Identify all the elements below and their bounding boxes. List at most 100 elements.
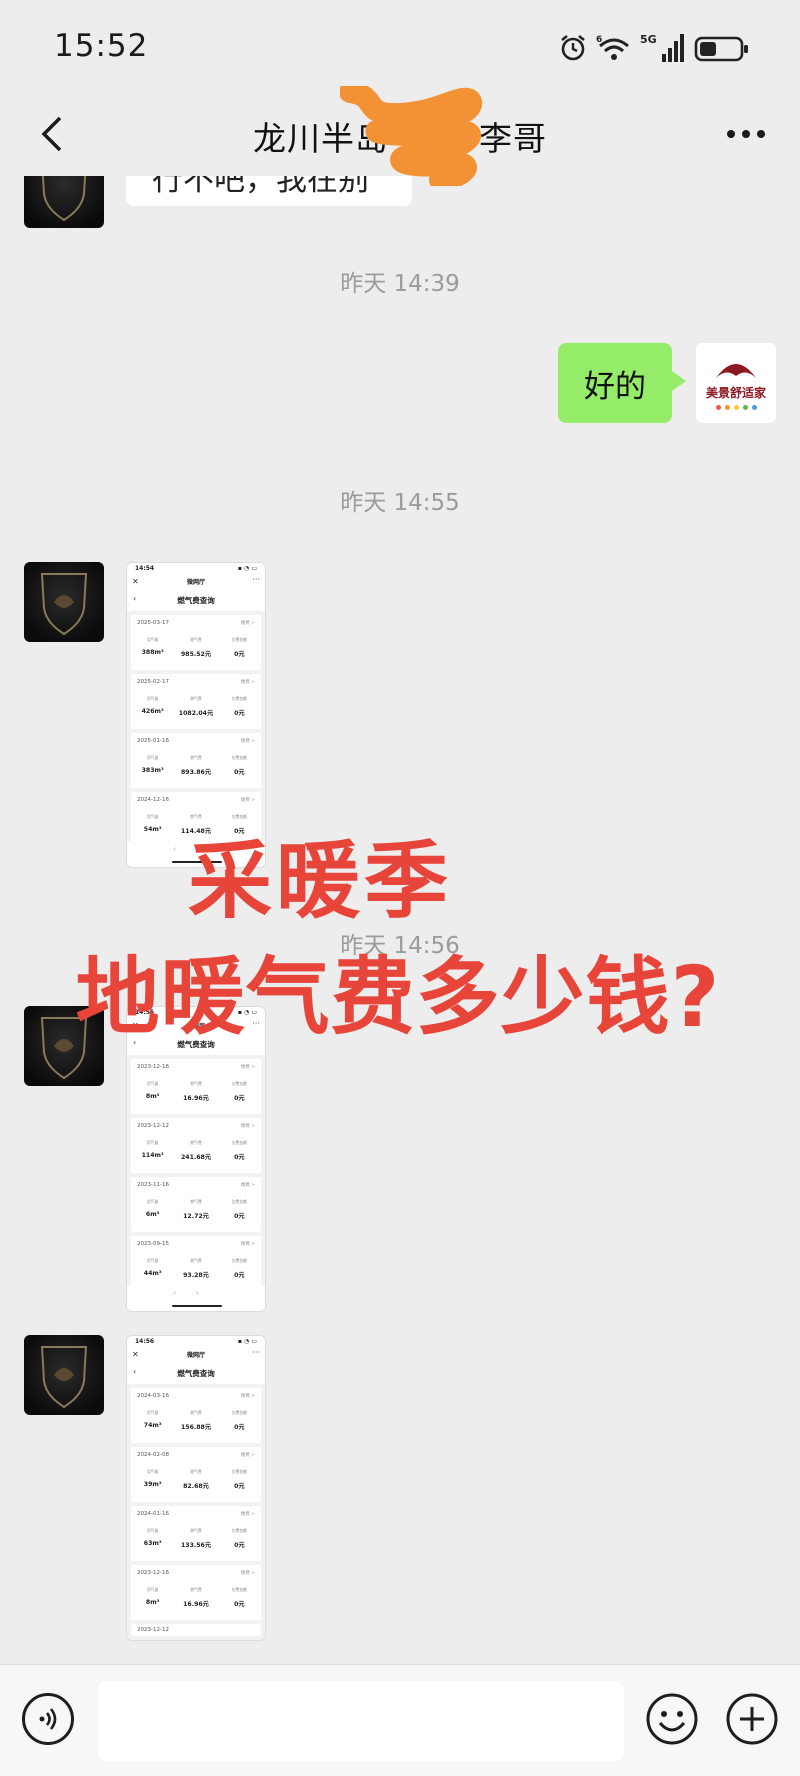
owed-label: 欠费金额 <box>231 696 247 701</box>
chat-area[interactable]: 行不吧，我在别 昨天 14:39 好的 美景舒适家 昨天 14:55 14:54… <box>0 176 800 1664</box>
bill-date: 2023-12-12 <box>137 1627 169 1633</box>
status-icons: 6 5G <box>558 30 750 66</box>
volume-label: 用气量 <box>146 1140 159 1145</box>
shot-footer: ‹› <box>127 841 265 867</box>
bill-date: 2025-01-16 <box>137 738 169 744</box>
gas-bill-card: 2024-12-16 缴费 > 用气量 54m³ 燃气费 114.48元 欠费金额 0元 <box>131 792 261 847</box>
bill-owed: 0元 <box>234 769 245 776</box>
plus-button[interactable] <box>725 1692 779 1746</box>
shield-logo-icon <box>40 573 88 636</box>
bill-date: 2023-12-16 <box>137 1064 169 1070</box>
bill-fee: 82.68元 <box>183 1483 209 1490</box>
chat-title: 龙川半岛 ···06李哥 <box>253 119 547 158</box>
bill-owed: 0元 <box>234 1424 245 1431</box>
contact-avatar[interactable] <box>24 1006 104 1086</box>
fee-label: 燃气费 <box>190 1081 202 1086</box>
voice-button[interactable] <box>22 1693 74 1745</box>
volume-label: 用气量 <box>146 1587 159 1592</box>
gas-bill-card: 2023-12-12 <box>131 1624 261 1636</box>
shot-app-name: 微网厅 <box>186 579 205 586</box>
fee-label: 燃气费 <box>190 1469 202 1474</box>
screenshot-message[interactable]: 14:56 ▪ ◔ ▭ ✕ ··· 微网厅 ‹ 燃气费查询 2024-03-16 缴费 > 用气量… <box>126 1335 266 1641</box>
bill-pay-link: 缴费 > <box>240 1242 255 1247</box>
shot-status-bar: 14:55 ▪ ◔ ▭ <box>127 1007 265 1019</box>
bill-pay-link: 缴费 > <box>240 798 255 803</box>
volume-label: 用气量 <box>146 1258 159 1263</box>
owed-label: 欠费金额 <box>231 1587 247 1592</box>
bill-pay-link: 缴费 > <box>240 1183 255 1188</box>
bill-date: 2023-12-12 <box>137 1123 169 1129</box>
bill-pay-link: 缴费 > <box>240 1124 255 1129</box>
shot-header: ✕ ··· 微网厅 ‹ 燃气费查询 <box>127 575 265 611</box>
shield-logo-icon <box>40 1346 88 1409</box>
shield-logo-icon <box>41 176 87 222</box>
time-label: 昨天 14:39 <box>340 271 460 297</box>
bill-pay-link: 缴费 > <box>240 1065 255 1070</box>
gas-bill-card: 2025-01-16 缴费 > 用气量 383m³ 燃气费 893.86元 欠费金额 0元 <box>131 733 261 788</box>
brand-name: 美景舒适家 <box>705 386 766 400</box>
volume-label: 用气量 <box>146 1469 159 1474</box>
time-label: 昨天 14:56 <box>340 933 460 959</box>
plus-icon <box>726 1693 778 1745</box>
owed-label: 欠费金额 <box>231 1469 247 1474</box>
emoji-icon <box>646 1693 698 1745</box>
contact-avatar[interactable] <box>24 176 104 228</box>
gas-bill-card: 2025-02-17 缴费 > 用气量 426m³ 燃气费 1082.04元 欠费金额 0元 <box>131 674 261 729</box>
gas-bill-card: 2024-03-16 缴费 > 用气量 74m³ 燃气费 156.88元 欠费金额 0元 <box>131 1388 261 1443</box>
gas-bill-card: 2024-02-08 缴费 > 用气量 39m³ 燃气费 82.68元 欠费金额 0元 <box>131 1447 261 1502</box>
gas-bill-card: 2024-01-16 缴费 > 用气量 63m³ 燃气费 133.56元 欠费金额 0元 <box>131 1506 261 1561</box>
bill-fee: 893.86元 <box>180 769 212 776</box>
fee-label: 燃气费 <box>190 696 202 701</box>
bill-owed: 0元 <box>234 828 245 835</box>
bill-pay-link: 缴费 > <box>240 680 255 685</box>
home-indicator <box>172 861 222 863</box>
shot-page-title: 燃气费查询 <box>177 1369 215 1378</box>
gas-bill-card: 2023-12-16 缴费 > 用气量 8m³ 燃气费 16.96元 欠费金额 0元 <box>131 1059 261 1114</box>
ellipsis-icon <box>727 130 765 138</box>
owed-label: 欠费金额 <box>231 755 247 760</box>
message-bubble-partial[interactable]: 行不吧，我在别 <box>126 176 412 206</box>
owed-label: 欠费金额 <box>231 1081 247 1086</box>
5g-signal-icon: 5G <box>640 33 684 62</box>
alarm-icon <box>561 34 585 61</box>
bill-volume: 114m³ <box>141 1152 164 1159</box>
brand-dots <box>715 405 757 410</box>
bill-volume: 6m³ <box>145 1211 160 1218</box>
bill-volume: 39m³ <box>143 1481 162 1488</box>
bill-owed: 0元 <box>234 1095 245 1102</box>
fee-label: 燃气费 <box>190 637 202 642</box>
shot-status-bar: 14:56 ▪ ◔ ▭ <box>127 1336 265 1348</box>
shot-page-title: 燃气费查询 <box>177 1040 215 1049</box>
more-button[interactable] <box>718 106 774 162</box>
wifi-icon: 6 <box>596 35 629 60</box>
emoji-button[interactable] <box>645 1692 699 1746</box>
shot-status-icons: ▪ ◔ ▭ <box>237 1338 257 1345</box>
bill-fee: 241.68元 <box>180 1154 212 1161</box>
bill-pay-link: 缴费 > <box>240 1512 255 1517</box>
gas-bill-card: 2025-03-17 缴费 > 用气量 388m³ 燃气费 985.52元 欠费金额 0元 <box>131 615 261 670</box>
my-avatar[interactable]: 美景舒适家 <box>696 343 776 423</box>
fee-label: 燃气费 <box>190 1587 202 1592</box>
shot-status-icons: ▪ ◔ ▭ <box>237 565 257 572</box>
network-label: 5G <box>640 33 657 46</box>
bill-fee: 985.52元 <box>180 651 212 658</box>
bill-pay-link: 缴费 > <box>240 1453 255 1458</box>
volume-label: 用气量 <box>146 1199 159 1204</box>
nav-bar: 龙川半岛 ···06李哥 <box>0 92 800 176</box>
bill-pay-link: 缴费 > <box>240 739 255 744</box>
message-bubble-sent[interactable]: 好的 <box>558 343 686 423</box>
gas-bill-card: 2023-12-12 缴费 > 用气量 114m³ 燃气费 241.68元 欠费金额 0元 <box>131 1118 261 1173</box>
bill-owed: 0元 <box>234 1213 245 1220</box>
shot-footer: ‹› <box>127 1285 265 1311</box>
message-input[interactable] <box>98 1681 624 1761</box>
bill-owed: 0元 <box>234 651 245 658</box>
contact-avatar[interactable] <box>24 562 104 642</box>
screenshot-message[interactable]: 14:55 ▪ ◔ ▭ ✕ ··· 微网厅 ‹ 燃气费查询 2023-12-16 缴费 > 用气量… <box>126 1006 266 1312</box>
volume-label: 用气量 <box>146 814 159 819</box>
owed-label: 欠费金额 <box>231 1410 247 1415</box>
volume-label: 用气量 <box>146 696 159 701</box>
volume-label: 用气量 <box>146 637 159 642</box>
screenshot-message[interactable]: 14:54 ▪ ◔ ▭ ✕ ··· 微网厅 ‹ 燃气费查询 2025-03-17 缴费 > 用气量… <box>126 562 266 868</box>
owed-label: 欠费金额 <box>231 1199 247 1204</box>
contact-avatar[interactable] <box>24 1335 104 1415</box>
